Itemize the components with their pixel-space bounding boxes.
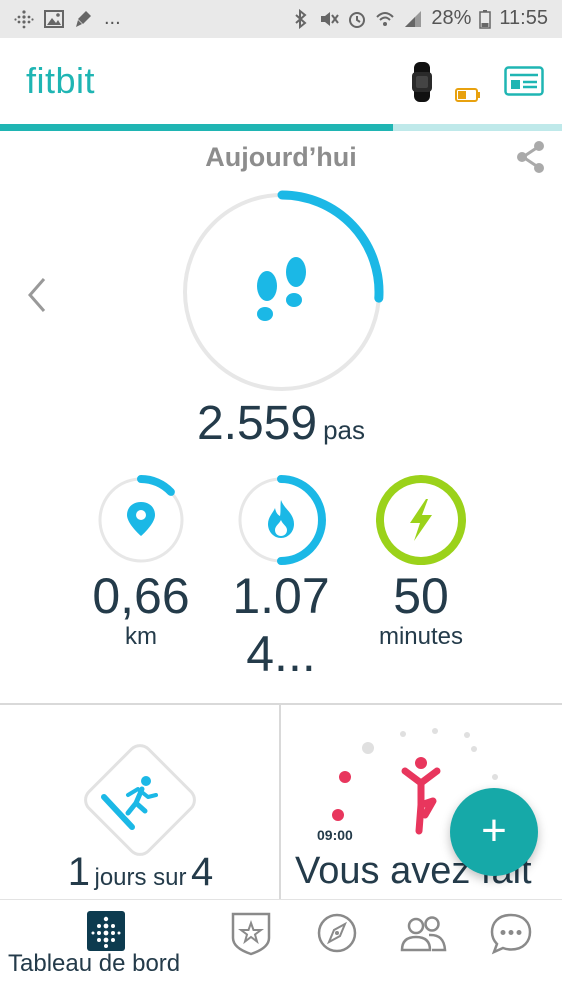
active-minutes-stat[interactable]: 50 minutes [356,475,486,651]
status-overflow: ... [104,7,121,29]
footprints-icon [257,257,306,321]
status-bar-right: 28% 11:55 [291,7,548,30]
distance-ring [98,475,184,563]
challenges-star-icon [231,912,271,956]
steps-unit: pas [323,415,366,445]
exercise-tile[interactable]: 1 jours sur 4 [0,705,281,901]
active-minutes-unit: minutes [378,623,464,650]
battery-percent: 28% [431,7,472,29]
tracker-battery-icon [455,88,480,102]
plus-icon: + [481,806,507,855]
nav-challenges[interactable] [221,910,281,956]
calories-value: 1.07 [232,568,330,624]
active-minutes-ring [376,475,466,565]
calories-stat[interactable]: 1.07 4... [216,475,346,681]
calories-ring [238,475,326,565]
exercise-caption: 1 jours sur 4 [0,850,279,895]
tracker-device-icon[interactable] [408,62,436,102]
flame-icon [268,500,294,538]
mute-icon [321,11,340,26]
add-button[interactable]: + [450,788,538,876]
previous-day-arrow[interactable] [26,276,50,314]
alarm-icon [349,11,366,28]
nav-dashboard-label[interactable]: Tableau de bord [8,950,180,978]
date-title: Aujourd’hui [205,142,357,172]
fitbit-logo: fitbit [26,60,96,101]
exercise-days-total: 4 [190,850,214,894]
chat-icon [490,913,532,955]
gallery-notification-icon [44,9,64,28]
friends-icon [400,916,447,952]
status-bar-left: ... [14,7,121,30]
app-header: fitbit [0,38,562,126]
discover-compass-icon [317,913,357,953]
phone-battery-icon [479,9,492,29]
active-minutes-value: 50 [393,568,449,624]
steps-ring[interactable] [180,190,384,394]
exercise-days-text: jours sur [94,864,187,891]
status-bar: ... 28% 11:55 [0,0,562,38]
nav-discover[interactable] [307,910,367,956]
nav-friends[interactable] [393,910,453,956]
distance-stat[interactable]: 0,66 km [76,475,206,651]
running-person-icon [125,776,158,816]
distance-value: 0,66 [92,568,190,624]
signal-icon [405,10,422,27]
calories-unit: 4... [246,626,316,682]
bluetooth-icon [295,8,307,29]
lightning-icon [410,499,432,541]
profile-card-icon[interactable] [504,66,544,96]
stretching-person-icon [401,757,441,835]
bottom-navigation: Tableau de bord [0,899,562,999]
sync-progress-bar [0,124,562,131]
sync-progress-fill [0,124,394,131]
cleaner-notification-icon [76,10,91,27]
location-pin-icon [127,502,155,536]
steps-count: 2.559 [196,397,318,450]
clock: 11:55 [499,7,548,29]
fitbit-notification-icon [14,9,34,28]
share-icon[interactable] [514,140,548,174]
hourly-time-label: 09:00 [317,827,353,843]
wifi-icon [376,11,395,26]
distance-progress-arc [137,475,175,496]
exercise-days-count: 1 [67,850,91,894]
distance-unit: km [125,623,157,650]
nav-messages[interactable] [481,910,541,956]
steps-value: 2.559 pas [0,396,562,451]
